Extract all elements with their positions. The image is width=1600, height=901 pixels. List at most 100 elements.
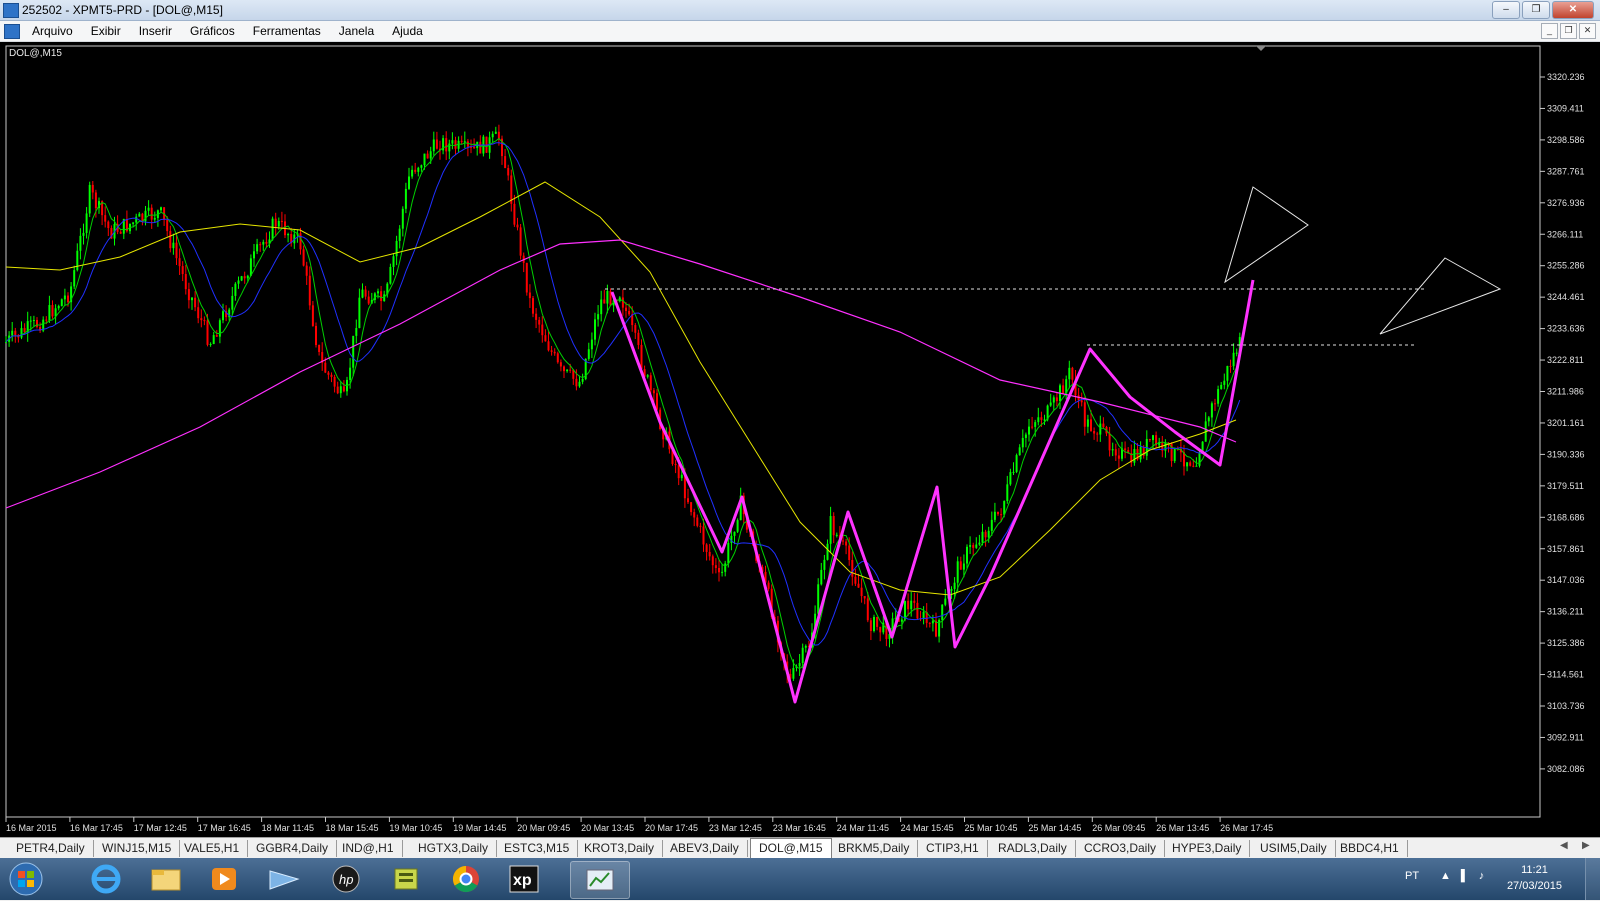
chart-tab[interactable]: GGBR4,Daily	[248, 840, 338, 857]
chart-tab[interactable]: DOL@,M15	[750, 838, 832, 858]
restore-button[interactable]: ❐	[1522, 1, 1550, 19]
candle-body	[680, 474, 683, 479]
close-button[interactable]: ✕	[1552, 1, 1594, 19]
mdi-minimize-button[interactable]: _	[1541, 23, 1558, 39]
candle-body	[51, 305, 54, 317]
candle-body	[14, 330, 17, 335]
menu-arquivo[interactable]: Arquivo	[32, 24, 73, 38]
candle-body	[566, 369, 569, 372]
taskbar-metatrader[interactable]	[570, 861, 630, 899]
taskbar-chrome[interactable]	[440, 861, 492, 897]
candle-body	[590, 339, 593, 350]
candle-body	[330, 374, 333, 377]
chart-canvas[interactable]: 3320.236 3309.411 3298.586 3287.761 3276.936…	[0, 42, 1600, 837]
chart-tab[interactable]: WINJ15,M15	[94, 840, 181, 857]
price-label: 3103.736	[1547, 701, 1585, 711]
candle-body	[144, 210, 147, 222]
candle-body	[318, 344, 321, 352]
chart-tab[interactable]: CTIP3,H1	[918, 840, 988, 857]
chart-tab[interactable]: ESTC3,M15	[496, 840, 579, 857]
menu-ajuda[interactable]: Ajuda	[392, 24, 423, 38]
network-icon[interactable]: ▌	[1461, 870, 1479, 882]
candle-body	[1152, 435, 1154, 441]
candle-body	[916, 602, 919, 619]
chart-tab[interactable]: PETR4,Daily	[8, 840, 94, 857]
candle-body	[262, 241, 265, 245]
taskbar-ie[interactable]	[80, 861, 132, 897]
price-chart[interactable]: 3320.236 3309.411 3298.586 3287.761 3276.936…	[0, 42, 1600, 837]
candle-body	[532, 298, 534, 314]
chart-tab[interactable]: BRKM5,Daily	[830, 840, 919, 857]
candle-body	[997, 511, 999, 515]
candle-body	[299, 233, 302, 250]
taskbar-terminal[interactable]	[380, 861, 432, 897]
menu-graficos[interactable]: Gráficos	[190, 24, 235, 38]
chart-window-icon[interactable]	[4, 24, 20, 39]
chart-tab[interactable]: KROT3,Daily	[576, 840, 664, 857]
menu-inserir[interactable]: Inserir	[139, 24, 172, 38]
candle-body	[845, 541, 848, 546]
tray-arrow-icon[interactable]: ▲	[1440, 870, 1461, 882]
candle-body	[649, 375, 652, 391]
candle-body	[956, 561, 959, 583]
language-indicator[interactable]: PT	[1405, 870, 1419, 882]
chart-tab[interactable]: RADL3,Daily	[990, 840, 1076, 857]
start-button[interactable]	[2, 861, 50, 897]
candle-body	[1062, 385, 1065, 394]
chart-tab[interactable]: CCRO3,Daily	[1076, 840, 1166, 857]
candle-body	[1133, 449, 1136, 463]
candle-body	[85, 213, 88, 233]
chart-tab[interactable]: ABEV3,Daily	[662, 840, 748, 857]
taskbar-xp[interactable]: xp	[498, 861, 550, 897]
candle-body	[1028, 426, 1030, 435]
price-label: 3168.686	[1547, 512, 1585, 522]
chart-tab[interactable]: BBDC4,H1	[1332, 840, 1408, 857]
chart-tab[interactable]: HYPE3,Daily	[1164, 840, 1251, 857]
chart-tab[interactable]: IND@,H1	[334, 840, 403, 857]
tab-scroll-right-icon[interactable]: ▶	[1582, 840, 1590, 851]
chart-tab[interactable]: VALE5,H1	[176, 840, 249, 857]
chart-tabs: PETR4,Daily WINJ15,M15 VALE5,H1 GGBR4,Daily…	[0, 837, 1600, 859]
chart-tab[interactable]: USIM5,Daily	[1252, 840, 1336, 857]
candle-body	[981, 531, 984, 543]
taskbar-explorer[interactable]	[140, 861, 192, 897]
candle-body	[1108, 433, 1111, 451]
time-label: 23 Mar 16:45	[773, 823, 826, 833]
candle-body	[280, 221, 283, 223]
menu-ferramentas[interactable]: Ferramentas	[253, 24, 321, 38]
candle-body	[634, 325, 637, 333]
taskbar-hp[interactable]: hp	[320, 861, 372, 897]
candle-body	[259, 244, 262, 246]
mdi-close-button[interactable]: ✕	[1579, 23, 1596, 39]
candle-body	[5, 341, 7, 343]
candle-body	[1055, 397, 1058, 402]
candle-body	[1093, 430, 1096, 434]
candle-body	[507, 168, 510, 176]
candle-body	[107, 221, 110, 229]
triangle-drawing-1[interactable]	[1224, 186, 1309, 284]
candle-body	[879, 626, 882, 633]
windows-logo-icon	[9, 862, 43, 896]
mdi-restore-button[interactable]: ❐	[1560, 23, 1577, 39]
candle-body	[324, 362, 327, 373]
candle-body	[910, 600, 913, 610]
candle-body	[1164, 442, 1167, 451]
svg-text:hp: hp	[339, 872, 353, 887]
tab-scroll-left-icon[interactable]: ◀	[1560, 840, 1568, 851]
menu-exibir[interactable]: Exibir	[91, 24, 121, 38]
clock[interactable]: 11:21 27/03/2015	[1507, 862, 1562, 894]
volume-icon[interactable]: ♪	[1479, 870, 1495, 882]
minimize-button[interactable]: –	[1492, 1, 1520, 19]
candle-body	[1021, 437, 1024, 448]
taskbar-remote[interactable]	[258, 861, 310, 897]
time-label: 25 Mar 10:45	[965, 823, 1018, 833]
chart-shift-marker[interactable]	[1256, 46, 1266, 51]
menu-janela[interactable]: Janela	[339, 24, 374, 38]
candle-body	[218, 320, 221, 337]
candle-body	[265, 241, 268, 244]
show-desktop-button[interactable]	[1585, 858, 1600, 900]
triangle-drawing-2[interactable]	[1379, 257, 1502, 335]
chart-tab[interactable]: HGTX3,Daily	[410, 840, 498, 857]
candle-body	[857, 583, 860, 588]
taskbar-media-player[interactable]	[198, 861, 250, 897]
